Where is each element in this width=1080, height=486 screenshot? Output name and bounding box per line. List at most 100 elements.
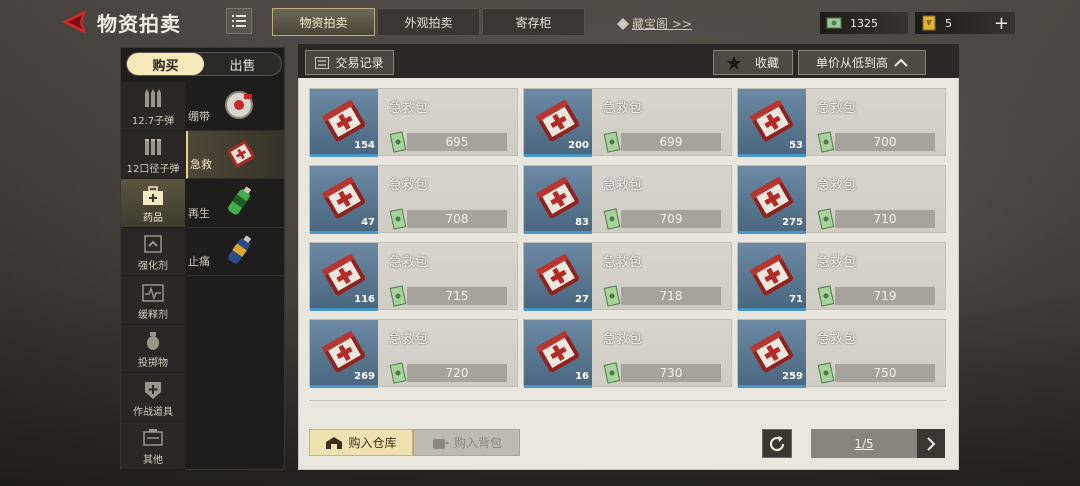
category-item-booster[interactable]: 强化剂: [121, 228, 185, 276]
item-quantity: 275: [782, 217, 803, 228]
subcategory-bandage[interactable]: 绷带: [186, 82, 284, 131]
item-quantity: 47: [361, 217, 375, 228]
item-name: 急救包: [389, 178, 429, 193]
buy-toggle[interactable]: 购买: [127, 53, 204, 75]
item-name: 急救包: [603, 101, 643, 116]
trade-record-label: 交易记录: [335, 56, 384, 70]
divider: [309, 400, 947, 401]
item-quantity: 259: [782, 371, 803, 382]
item-card[interactable]: 275 急救包 710: [737, 165, 946, 234]
pagination: 1/5: [811, 429, 945, 458]
category-item-medicine[interactable]: 药品: [121, 179, 185, 228]
item-price: 710: [835, 210, 935, 228]
item-card[interactable]: 53 急救包 700: [737, 88, 946, 157]
currency-cash: 1325: [820, 12, 908, 34]
item-name: 急救包: [389, 332, 429, 347]
buy-to-warehouse-button[interactable]: 购入仓库: [309, 429, 413, 456]
item-card[interactable]: 27 急救包 718: [523, 242, 732, 311]
category-item-12-gauge[interactable]: 12口径子弹: [121, 131, 185, 179]
trade-record-button[interactable]: 交易记录: [305, 50, 394, 75]
item-image: 27: [524, 243, 592, 311]
item-card[interactable]: 259 急救包 750: [737, 319, 946, 388]
tab-appearance-auction[interactable]: 外观拍卖: [377, 8, 480, 36]
heartbeat-icon: [142, 283, 164, 302]
item-image: 71: [738, 243, 806, 311]
favorite-button[interactable]: 收藏: [713, 50, 793, 75]
cash-icon: [817, 362, 835, 384]
coupon-icon: [922, 15, 936, 31]
chevron-right-icon: [927, 436, 936, 451]
add-currency-button[interactable]: +: [994, 13, 1009, 34]
currency-cash-value: 1325: [850, 16, 878, 30]
sort-dropdown[interactable]: 单价从低到高: [798, 50, 926, 75]
category-item-combat-tools[interactable]: 作战道具: [121, 373, 185, 422]
cash-icon: [826, 17, 842, 29]
cash-icon: [389, 362, 407, 384]
currency-coupon: 5 +: [915, 12, 1015, 34]
tab-material-auction[interactable]: 物资拍卖: [272, 8, 375, 36]
buy-to-backpack-button[interactable]: 购入背包: [413, 429, 520, 456]
item-price: 709: [621, 210, 721, 228]
top-tabs: 物资拍卖 外观拍卖 寄存柜: [272, 8, 585, 36]
category-label: 12口径子弹: [126, 164, 180, 175]
item-quantity: 16: [575, 371, 589, 382]
tab-storage-locker[interactable]: 寄存柜: [482, 8, 585, 36]
category-label: 12.7子弹: [131, 115, 175, 127]
sell-toggle[interactable]: 出售: [204, 53, 281, 75]
item-quantity: 154: [354, 140, 375, 151]
category-item-throwables[interactable]: 投掷物: [121, 325, 185, 373]
treasure-pavilion-link[interactable]: 藏宝阁 >>: [617, 15, 692, 32]
first-aid-icon: [227, 140, 255, 167]
category-item-127-ammo[interactable]: 12.7子弹: [121, 82, 185, 131]
item-name: 急救包: [389, 101, 429, 116]
item-image: 53: [738, 89, 806, 157]
item-price: 700: [835, 133, 935, 151]
category-label: 其他: [143, 455, 163, 466]
next-page-button[interactable]: [917, 429, 945, 458]
subcategory-first-aid[interactable]: 急救: [186, 130, 284, 179]
item-image: 275: [738, 166, 806, 234]
item-card[interactable]: 154 急救包 695: [309, 88, 518, 157]
cash-icon: [817, 131, 835, 153]
cash-icon: [603, 208, 621, 230]
subcategory-painkiller[interactable]: 止痛: [186, 228, 284, 276]
treasure-icon: [617, 17, 629, 30]
back-button[interactable]: [60, 8, 90, 36]
list-icon: [232, 15, 246, 27]
combat-tool-icon: [145, 381, 161, 399]
item-image: 154: [310, 89, 378, 157]
category-item-sustained-release[interactable]: 缓释剂: [121, 276, 185, 325]
cash-icon: [389, 208, 407, 230]
subcategory-label: 止痛: [188, 255, 210, 268]
regen-spray-icon: [228, 186, 252, 215]
item-image: 16: [524, 320, 592, 388]
menu-button[interactable]: [226, 8, 252, 34]
cash-icon: [603, 285, 621, 307]
subcategory-regen[interactable]: 再生: [186, 179, 284, 228]
item-price: 730: [621, 364, 721, 382]
item-quantity: 53: [789, 140, 803, 151]
item-image: 200: [524, 89, 592, 157]
item-card[interactable]: 269 急救包 720: [309, 319, 518, 388]
bullet-icon: [145, 88, 161, 107]
category-item-other[interactable]: 其他: [121, 422, 185, 470]
cash-icon: [389, 285, 407, 307]
item-quantity: 116: [354, 294, 375, 305]
item-price: 699: [621, 133, 721, 151]
item-name: 急救包: [389, 255, 429, 270]
item-price: 720: [407, 364, 507, 382]
refresh-button[interactable]: [762, 429, 792, 458]
page-title: 物资拍卖: [97, 12, 181, 36]
star-icon: [726, 55, 741, 70]
item-price: 695: [407, 133, 507, 151]
item-card[interactable]: 116 急救包 715: [309, 242, 518, 311]
item-price: 715: [407, 287, 507, 305]
item-card[interactable]: 83 急救包 709: [523, 165, 732, 234]
subcategory-list: 绷带 急救 再生 止痛: [186, 82, 284, 282]
item-card[interactable]: 16 急救包 730: [523, 319, 732, 388]
item-card[interactable]: 71 急救包 719: [737, 242, 946, 311]
category-label: 药品: [143, 212, 163, 224]
item-quantity: 83: [575, 217, 589, 228]
item-card[interactable]: 47 急救包 708: [309, 165, 518, 234]
item-card[interactable]: 200 急救包 699: [523, 88, 732, 157]
